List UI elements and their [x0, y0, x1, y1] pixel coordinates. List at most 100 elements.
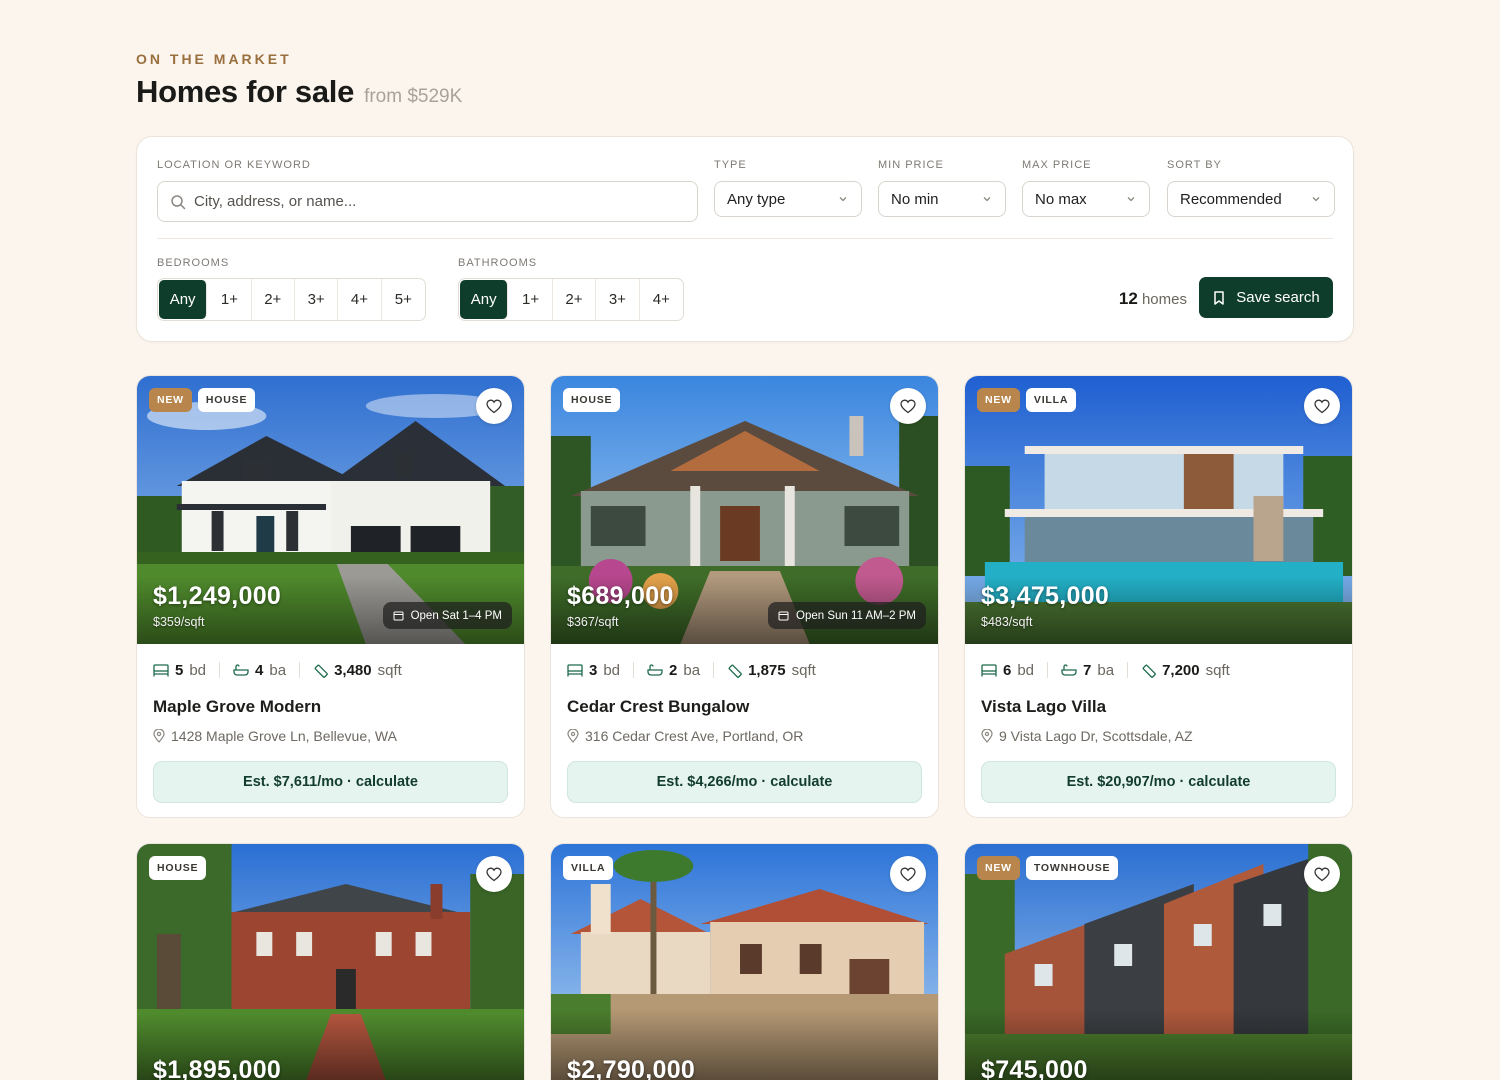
- min-price-select[interactable]: No min: [878, 181, 1006, 217]
- sort-select[interactable]: Recommended: [1167, 181, 1335, 217]
- beds-count: 6: [1003, 661, 1012, 679]
- heart-icon: [900, 399, 916, 413]
- sqft-spec: 1,875 sqft: [727, 662, 816, 679]
- heart-icon: [486, 867, 502, 881]
- sqft-count: 7,200: [1162, 661, 1200, 679]
- new-badge: NEW: [977, 856, 1020, 880]
- search-input[interactable]: [194, 193, 674, 210]
- bath-icon: [647, 663, 663, 676]
- beds-unit: bd: [1017, 661, 1035, 679]
- listing-photo: HOUSE $1,895,000: [137, 844, 524, 1080]
- location-pin-icon: [567, 729, 579, 743]
- listing-name[interactable]: Vista Lago Villa: [965, 697, 1352, 717]
- mortgage-estimate-button[interactable]: Est. $7,611/mo · calculate: [153, 761, 508, 803]
- listing-price: $689,000: [567, 582, 674, 610]
- listing-photo: NEW HOUSE $1,249,000 $359/sqft Open Sat …: [137, 376, 524, 644]
- listing-card[interactable]: NEW TOWNHOUSE $745,000: [964, 843, 1353, 1080]
- open-house-text: Open Sat 1–4 PM: [410, 609, 502, 622]
- type-badge: VILLA: [563, 856, 614, 880]
- type-badge: HOUSE: [149, 856, 207, 880]
- bathrooms-option-4[interactable]: 4+: [640, 279, 683, 320]
- save-search-label: Save search: [1236, 289, 1320, 306]
- listing-name[interactable]: Cedar Crest Bungalow: [551, 697, 938, 717]
- bath-icon: [233, 663, 249, 676]
- baths-spec: 4 ba: [233, 662, 286, 679]
- sort-label: SORT BY: [1167, 159, 1222, 171]
- bed-icon: [567, 663, 583, 676]
- listing-address: 1428 Maple Grove Ln, Bellevue, WA: [137, 728, 524, 744]
- listing-name[interactable]: Maple Grove Modern: [137, 697, 524, 717]
- listing-photo: NEW VILLA $3,475,000 $483/sqft: [965, 376, 1352, 644]
- bookmark-icon: [1214, 290, 1225, 305]
- baths-unit: ba: [1097, 661, 1115, 679]
- location-label: LOCATION OR KEYWORD: [157, 159, 311, 171]
- listing-card[interactable]: NEW VILLA $3,475,000 $483/sqft 6 bd 7 ba: [964, 375, 1353, 818]
- baths-count: 2: [669, 661, 678, 679]
- filter-panel: LOCATION OR KEYWORD TYPE Any type MIN PR…: [136, 136, 1354, 342]
- bedrooms-option-2[interactable]: 2+: [252, 279, 295, 320]
- listing-address-text: 316 Cedar Crest Ave, Portland, OR: [585, 728, 804, 744]
- bedrooms-label: BEDROOMS: [157, 257, 230, 269]
- ruler-icon: [1142, 664, 1156, 678]
- favorite-button[interactable]: [1304, 856, 1340, 892]
- price-per-sqft: $359/sqft: [153, 615, 205, 629]
- spec-divider: [1047, 662, 1049, 678]
- type-select[interactable]: Any type: [714, 181, 862, 217]
- favorite-button[interactable]: [890, 856, 926, 892]
- listing-card[interactable]: VILLA $2,790,000: [550, 843, 939, 1080]
- sort-select-value: Recommended: [1180, 190, 1282, 208]
- bedrooms-selector: Any 1+ 2+ 3+ 4+ 5+: [157, 278, 426, 321]
- search-field[interactable]: [157, 181, 698, 222]
- listing-card[interactable]: NEW HOUSE $1,249,000 $359/sqft Open Sat …: [136, 375, 525, 818]
- favorite-button[interactable]: [476, 388, 512, 424]
- bathrooms-option-3[interactable]: 3+: [596, 279, 640, 320]
- spec-divider: [1127, 662, 1129, 678]
- mortgage-estimate-button[interactable]: Est. $20,907/mo · calculate: [981, 761, 1336, 803]
- page-subtitle: from $529K: [364, 86, 463, 107]
- bedrooms-option-4[interactable]: 4+: [338, 279, 382, 320]
- baths-count: 4: [255, 661, 264, 679]
- listing-card[interactable]: HOUSE $1,895,000: [136, 843, 525, 1080]
- listing-address: 316 Cedar Crest Ave, Portland, OR: [551, 728, 938, 744]
- listing-specs: 3 bd 2 ba 1,875 sqft: [551, 644, 938, 696]
- favorite-button[interactable]: [476, 856, 512, 892]
- beds-spec: 6 bd: [981, 662, 1034, 679]
- beds-count: 3: [589, 661, 598, 679]
- listing-badges: NEW TOWNHOUSE: [977, 856, 1119, 880]
- page-title: Homes for sale: [136, 74, 355, 109]
- listing-address: 9 Vista Lago Dr, Scottsdale, AZ: [965, 728, 1352, 744]
- chevron-down-icon: [983, 197, 991, 202]
- favorite-button[interactable]: [1304, 388, 1340, 424]
- max-price-select[interactable]: No max: [1022, 181, 1150, 217]
- favorite-button[interactable]: [890, 388, 926, 424]
- listing-price: $1,249,000: [153, 582, 282, 610]
- bathrooms-option-2[interactable]: 2+: [553, 279, 597, 320]
- bath-icon: [1061, 663, 1077, 676]
- mortgage-estimate-button[interactable]: Est. $4,266/mo · calculate: [567, 761, 922, 803]
- bedrooms-option-3[interactable]: 3+: [295, 279, 339, 320]
- bedrooms-option-any[interactable]: Any: [159, 280, 208, 319]
- baths-unit: ba: [269, 661, 287, 679]
- heart-icon: [486, 399, 502, 413]
- listing-photo: VILLA $2,790,000: [551, 844, 938, 1080]
- new-badge: NEW: [149, 388, 192, 412]
- heart-icon: [1314, 399, 1330, 413]
- title-row: Homes for sale from $529K: [136, 74, 462, 110]
- bathrooms-option-any[interactable]: Any: [460, 280, 509, 319]
- bedrooms-option-5[interactable]: 5+: [382, 279, 425, 320]
- location-pin-icon: [981, 729, 993, 743]
- beds-unit: bd: [189, 661, 207, 679]
- results-count: 12 homes: [1119, 289, 1187, 309]
- type-badge: TOWNHOUSE: [1025, 856, 1119, 880]
- listing-badges: HOUSE: [149, 856, 207, 880]
- spec-divider: [633, 662, 635, 678]
- search-icon: [171, 194, 186, 209]
- bathrooms-option-1[interactable]: 1+: [509, 279, 553, 320]
- save-search-button[interactable]: Save search: [1199, 277, 1333, 318]
- listing-address-text: 1428 Maple Grove Ln, Bellevue, WA: [171, 728, 397, 744]
- listing-price: $1,895,000: [153, 1056, 282, 1080]
- ruler-icon: [728, 664, 742, 678]
- sqft-spec: 7,200 sqft: [1141, 662, 1230, 679]
- bedrooms-option-1[interactable]: 1+: [208, 279, 252, 320]
- listing-card[interactable]: HOUSE $689,000 $367/sqft Open Sun 11 AM–…: [550, 375, 939, 818]
